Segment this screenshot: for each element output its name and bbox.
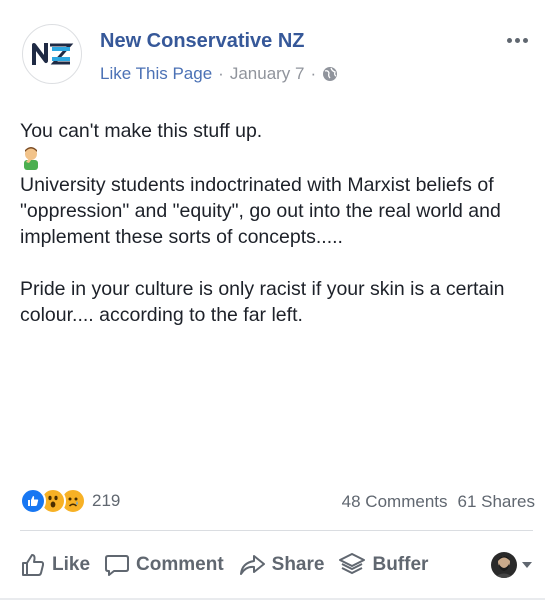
share-button[interactable]: Share (238, 552, 325, 578)
action-bar: Like Comment Share Buffer (20, 548, 533, 582)
facepalm-emoji-icon (20, 144, 530, 172)
post-meta: Like This Page · January 7 · (100, 64, 338, 84)
viewer-avatar (491, 552, 517, 578)
engagement-counts: 48 Comments 61 Shares (342, 492, 535, 512)
divider (20, 530, 533, 531)
post-paragraph-2: Pride in your culture is only racist if … (20, 278, 505, 326)
reaction-count: 219 (92, 491, 121, 510)
caret-down-icon (522, 562, 532, 568)
comment-icon (105, 555, 130, 576)
meta-separator-2: · (310, 64, 317, 83)
comment-label: Comment (136, 554, 224, 575)
facebook-post: New Conservative NZ Like This Page · Jan… (0, 0, 545, 600)
post-date[interactable]: January 7 (230, 64, 305, 84)
more-options-button[interactable] (501, 30, 533, 50)
page-name[interactable]: New Conservative NZ (100, 30, 305, 53)
thumbs-up-icon (22, 554, 45, 576)
comments-count-link[interactable]: 48 Comments (342, 492, 448, 512)
like-button[interactable]: Like (20, 552, 90, 578)
post-text-line-1: You can't make this stuff up. (20, 120, 263, 142)
post-paragraph-1: University students indoctrinated with M… (20, 174, 501, 248)
page-avatar[interactable] (22, 24, 82, 84)
buffer-button[interactable]: Buffer (338, 552, 428, 578)
like-page-link[interactable]: Like This Page (100, 64, 212, 84)
reactions-summary[interactable]: 219 (20, 488, 120, 514)
shares-count-link[interactable]: 61 Shares (458, 492, 536, 512)
post-as-selector[interactable] (491, 552, 533, 578)
share-label: Share (271, 554, 325, 575)
globe-icon (323, 67, 338, 81)
buffer-stack-icon (339, 553, 366, 575)
like-reaction-icon (20, 488, 46, 514)
share-arrow-icon (239, 555, 265, 575)
buffer-label: Buffer (372, 554, 429, 575)
like-label: Like (52, 554, 91, 575)
meta-separator: · (218, 64, 224, 83)
new-conservative-logo-icon (32, 43, 74, 65)
comment-button[interactable]: Comment (104, 552, 224, 578)
post-text: You can't make this stuff up. University… (20, 118, 530, 328)
